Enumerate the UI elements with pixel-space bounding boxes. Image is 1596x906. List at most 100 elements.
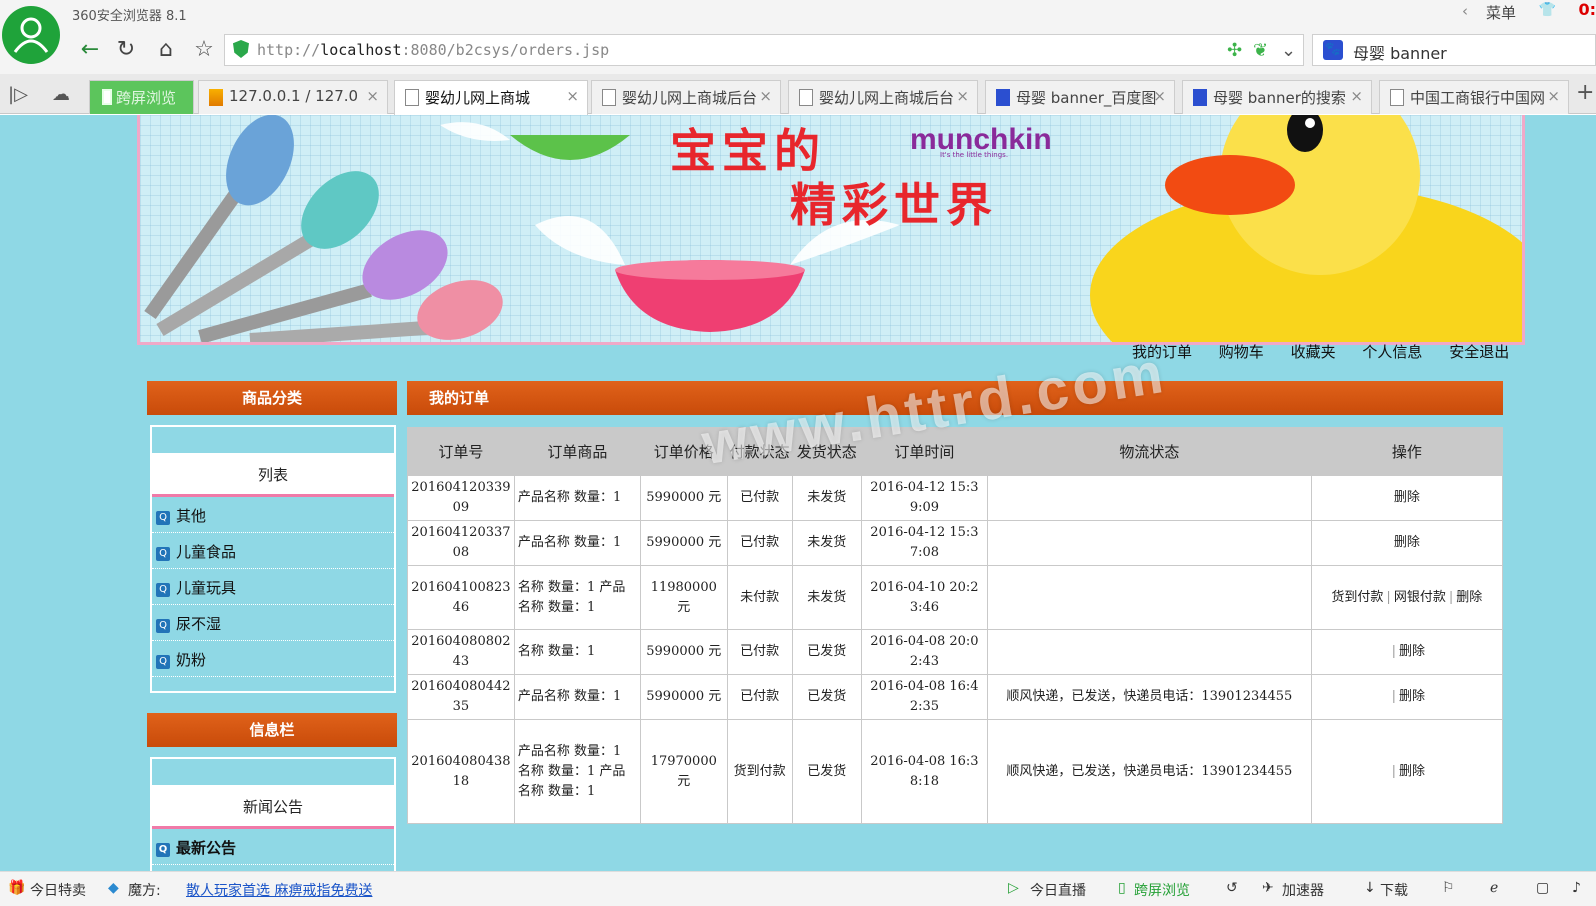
play-icon[interactable]: ▷	[1008, 880, 1019, 896]
news-title: 新闻公告	[152, 785, 394, 829]
order-price-cell: 11980000 元	[640, 565, 728, 630]
column-header: 付款状态	[726, 427, 793, 476]
download-link[interactable]: 下载	[1380, 880, 1408, 900]
today-deals-link[interactable]: 今日特卖	[30, 880, 86, 900]
close-icon[interactable]: ×	[566, 87, 579, 105]
order-items-cell: 产品名称 数量：1 名称 数量：1 产品名称 数量：1	[513, 719, 642, 824]
gift-icon[interactable]: 🎁	[8, 880, 25, 896]
news-item[interactable]: Q 最新公告	[152, 829, 394, 865]
tab-baidu-image[interactable]: 母婴 banner_百度图 ×	[985, 80, 1175, 114]
delete-button[interactable]: 删除	[1394, 490, 1420, 505]
actions-cell: | 删除	[1310, 674, 1504, 720]
category-list-title: 列表	[152, 453, 394, 497]
download-icon[interactable]: ↓	[1364, 880, 1376, 896]
category-label: 尿不湿	[176, 615, 222, 633]
web-page: 宝宝的 精彩世界 munchkin It's the little things…	[0, 115, 1596, 871]
browser-title-bar: 360安全浏览器 8.1 ‹ 菜单 👕 0:	[0, 0, 1596, 28]
delete-button[interactable]: 删除	[1456, 590, 1482, 605]
magic-label: 魔方:	[128, 883, 161, 899]
category-item-kids-toys[interactable]: Q 儿童玩具	[152, 569, 394, 605]
order-price-cell: 5990000 元	[640, 629, 728, 675]
chevron-down-icon[interactable]: ⌄	[1281, 40, 1296, 61]
page-icon	[1390, 89, 1404, 106]
back-arrow-icon[interactable]: ←	[76, 36, 104, 64]
table-row: 20160412033909 产品名称 数量：1 5990000 元 已付款 未…	[407, 475, 1504, 521]
category-label: 其他	[176, 507, 207, 525]
order-items-cell: 产品名称 数量：1	[513, 674, 642, 720]
tab-baidu-search[interactable]: 母婴 banner的搜索 ×	[1182, 80, 1372, 114]
tab-phpmyadmin[interactable]: 127.0.0.1 / 127.0 ×	[198, 80, 388, 114]
close-icon[interactable]: ×	[759, 87, 772, 105]
window-icon[interactable]: ▢	[1536, 880, 1549, 896]
skin-icon[interactable]: 👕	[1539, 2, 1556, 18]
browser-app-title: 360安全浏览器 8.1	[72, 9, 187, 24]
chevron-left-icon[interactable]: ‹	[1462, 2, 1468, 20]
cash-on-delivery-button[interactable]: 货到付款	[1331, 590, 1383, 605]
cross-screen-link[interactable]: 跨屏浏览	[1134, 880, 1190, 900]
actions-cell: 删除	[1310, 520, 1504, 566]
ship-status-cell: 已发货	[791, 674, 862, 720]
delete-button[interactable]: 删除	[1394, 535, 1420, 550]
order-id-cell: 20160412033909	[407, 475, 515, 521]
url-input[interactable]: http://localhost:8080/b2csys/orders.jsp …	[224, 34, 1304, 66]
pay-status-cell: 已付款	[726, 629, 793, 675]
close-icon[interactable]: ×	[1153, 87, 1166, 105]
delete-button[interactable]: 删除	[1399, 644, 1425, 659]
bullet-icon: Q	[156, 583, 170, 597]
ad-link[interactable]: 散人玩家首选 麻痹戒指免费送	[186, 880, 372, 900]
sidebar-toggle-icon[interactable]: |▷	[8, 84, 28, 105]
tab-shop-admin-1[interactable]: 婴幼儿网上商城后台 ×	[591, 80, 781, 114]
ship-status-cell: 已发货	[791, 629, 862, 675]
category-item-milk-powder[interactable]: Q 奶粉	[152, 641, 394, 677]
phone-icon[interactable]: ▯	[1118, 880, 1126, 896]
category-panel-header: 商品分类	[147, 381, 397, 415]
nav-logout[interactable]: 安全退出	[1449, 343, 1509, 361]
search-input[interactable]: 🐾 母婴 banner	[1312, 34, 1596, 66]
delete-button[interactable]: 删除	[1399, 764, 1425, 779]
close-icon[interactable]: ×	[1547, 87, 1560, 105]
history-icon[interactable]: ↺	[1226, 880, 1238, 896]
order-time-cell: 2016-04-08 16:42:35	[860, 674, 989, 720]
rocket-icon[interactable]: ✈	[1262, 880, 1274, 896]
ie-icon[interactable]: ℯ	[1490, 880, 1498, 896]
tab-icbc[interactable]: 中国工商银行中国网 ×	[1379, 80, 1569, 114]
actions-cell: | 删除	[1310, 719, 1504, 824]
leaf-icon[interactable]: ❦	[1253, 40, 1268, 61]
online-bank-pay-button[interactable]: 网银付款	[1394, 590, 1446, 605]
sound-icon[interactable]: ♪	[1572, 880, 1581, 896]
orders-panel: 订单号 订单商品 订单价格 付款状态 发货状态 订单时间 物流状态 操作 201…	[407, 415, 1504, 825]
close-icon[interactable]: ×	[1350, 87, 1363, 105]
browser-menu-button[interactable]: 菜单	[1486, 2, 1516, 23]
baidu-paw-icon[interactable]: 🐾	[1323, 40, 1343, 60]
refresh-icon[interactable]: ↻	[112, 36, 140, 64]
order-time-cell: 2016-04-10 20:23:46	[860, 565, 989, 630]
today-live-link[interactable]: 今日直播	[1030, 880, 1086, 900]
category-item-diapers[interactable]: Q 尿不湿	[152, 605, 394, 641]
nav-favorites[interactable]: 收藏夹	[1291, 343, 1336, 361]
delete-button[interactable]: 删除	[1399, 689, 1425, 704]
home-icon[interactable]: ⌂	[152, 36, 180, 64]
close-icon[interactable]: ×	[956, 87, 969, 105]
user-avatar-icon[interactable]	[2, 6, 60, 64]
logistics-cell: 顺风快递，已发送，快递员电话：13901234455	[987, 719, 1312, 824]
actions-cell: 货到付款 | 网银付款 | 删除	[1310, 565, 1504, 630]
accelerator-link[interactable]: 加速器	[1282, 880, 1324, 900]
compat-mode-icon[interactable]: ✣	[1227, 40, 1242, 61]
cube-icon: ◆	[108, 880, 119, 896]
new-tab-icon[interactable]: +	[1576, 80, 1594, 105]
tab-cross-screen[interactable]: 跨屏浏览	[89, 80, 194, 114]
category-item-other[interactable]: Q 其他	[152, 497, 394, 533]
cloud-icon[interactable]: ☁	[52, 84, 70, 105]
column-header: 操作	[1310, 427, 1504, 476]
category-item-kids-food[interactable]: Q 儿童食品	[152, 533, 394, 569]
banner-image: 宝宝的 精彩世界 munchkin It's the little things…	[137, 115, 1525, 345]
nav-my-orders[interactable]: 我的订单	[1132, 343, 1192, 361]
tab-shop-admin-2[interactable]: 婴幼儿网上商城后台 ×	[788, 80, 978, 114]
flag-icon[interactable]: ⚐	[1442, 880, 1455, 896]
close-icon[interactable]: ×	[366, 87, 379, 105]
tab-shop-active[interactable]: 婴幼儿网上商城 ×	[394, 80, 588, 115]
favorite-star-icon[interactable]: ☆	[190, 36, 218, 64]
nav-profile[interactable]: 个人信息	[1362, 343, 1422, 361]
nav-cart[interactable]: 购物车	[1219, 343, 1264, 361]
table-row: 20160410082346 名称 数量：1 产品名称 数量：1 1198000…	[407, 565, 1504, 630]
